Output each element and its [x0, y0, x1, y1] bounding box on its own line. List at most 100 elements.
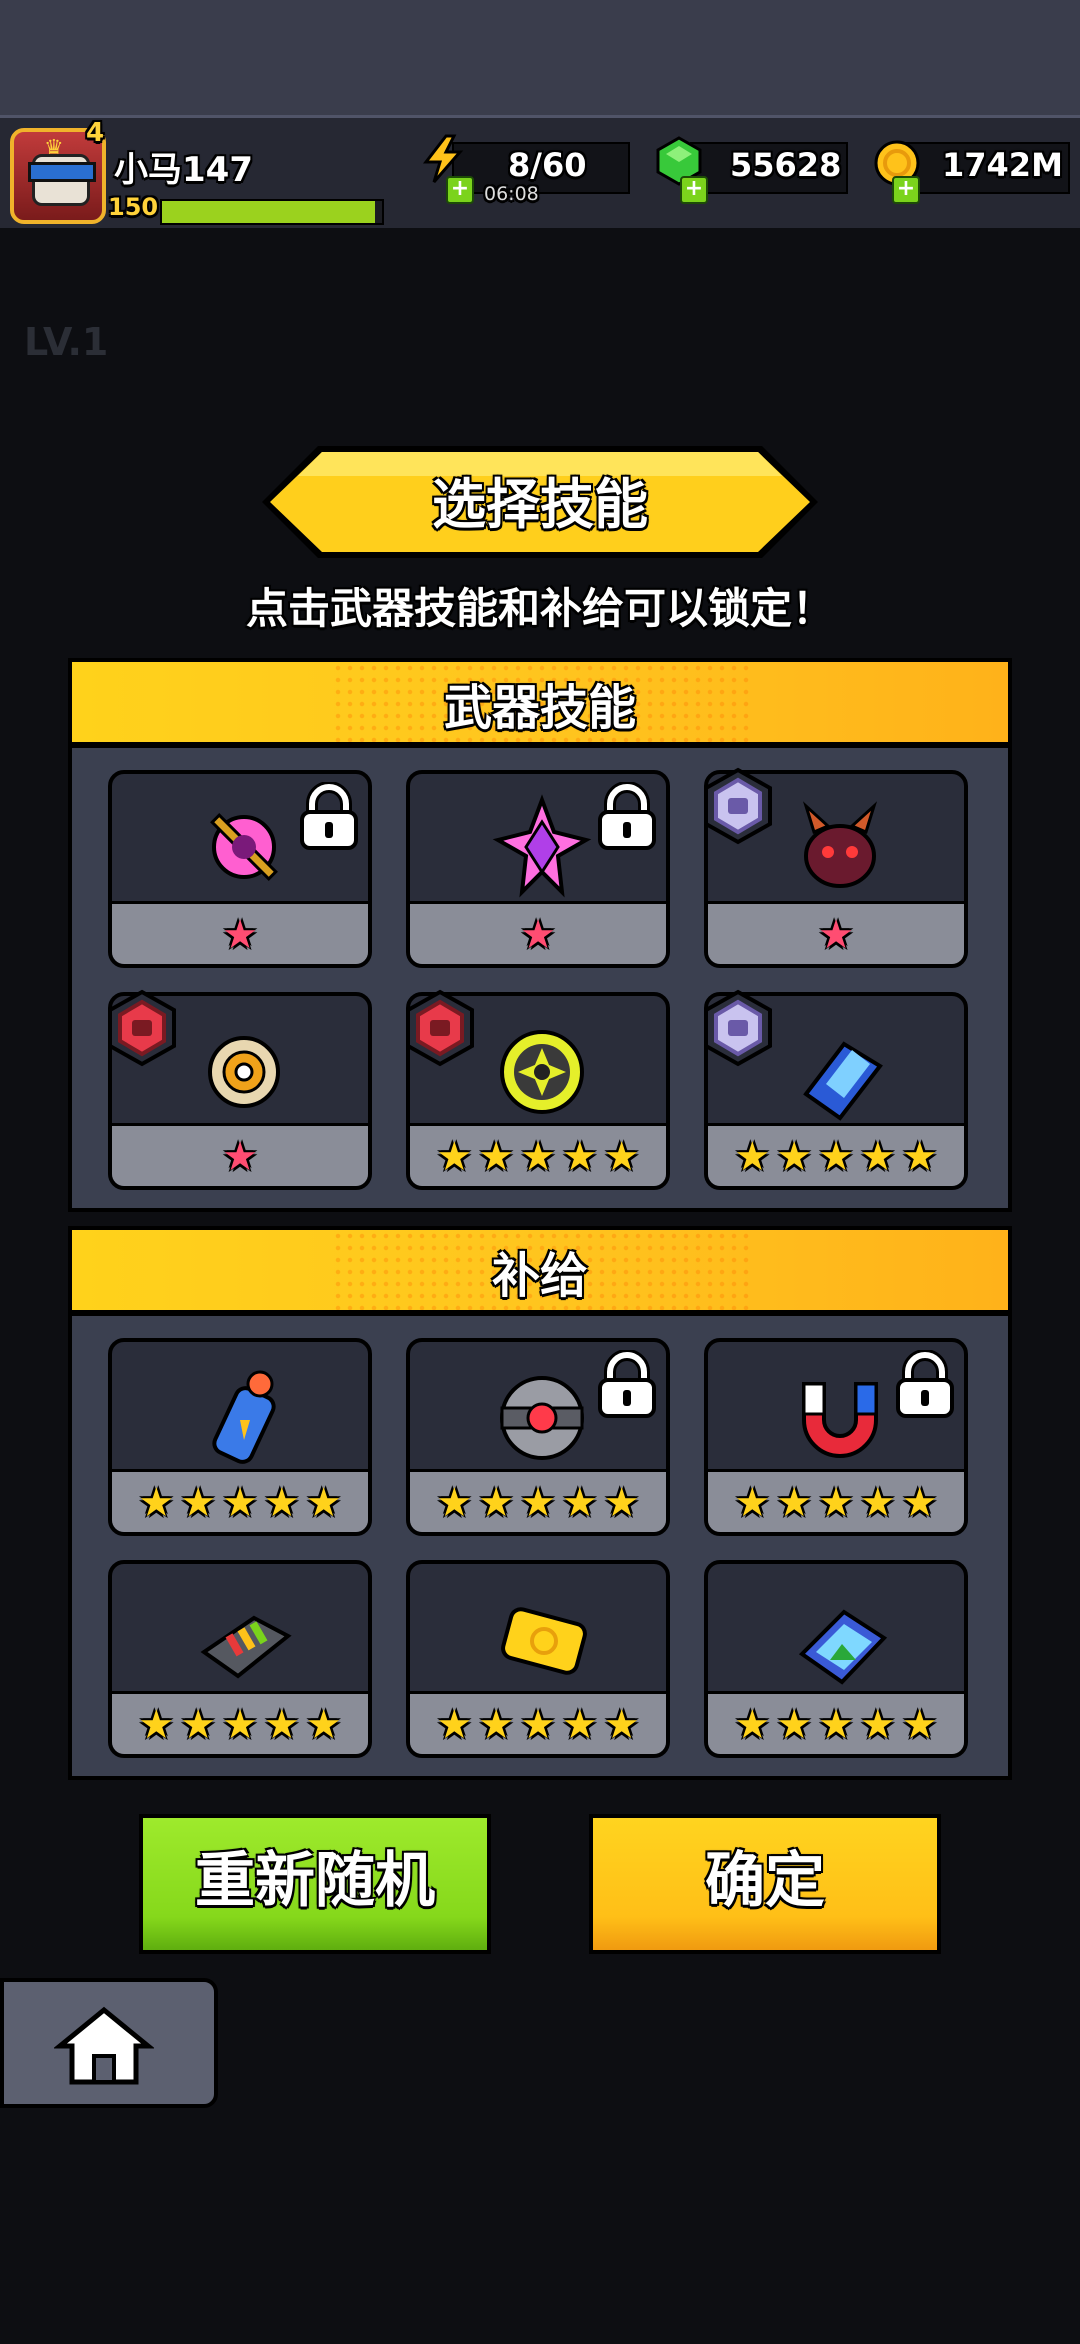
xp-bar-fill: [162, 201, 376, 223]
star-icon: ★: [478, 1134, 515, 1180]
star-icon: ★: [478, 1480, 515, 1526]
purple-crystal-icon: [492, 794, 592, 898]
demon-mask-icon: [802, 801, 878, 888]
star-icon: ★: [561, 1480, 598, 1526]
coins-value: 1742M: [942, 146, 1063, 184]
star-icon: ★: [305, 1480, 342, 1526]
star-icon: ★: [818, 912, 854, 958]
star-rating: ★ ★ ★ ★ ★: [112, 1480, 368, 1526]
home-icon: [54, 2006, 154, 2085]
yellow-shuriken-icon: [500, 1030, 584, 1114]
magic-staff-icon: [210, 813, 278, 881]
star-icon: ★: [305, 1702, 342, 1748]
lock-icon[interactable]: [296, 781, 362, 852]
star-rating: ★ ★ ★ ★ ★: [410, 1702, 666, 1748]
star-rating: ★ ★ ★ ★ ★: [708, 1480, 964, 1526]
star-icon: ★: [901, 1702, 938, 1748]
weapon-skills-title: 武器技能: [443, 680, 636, 736]
star-icon: ★: [603, 1702, 640, 1748]
star-rating: ★: [112, 912, 368, 958]
star-icon: ★: [520, 912, 556, 958]
star-rating: ★: [410, 912, 666, 958]
star-icon: ★: [222, 1702, 258, 1748]
star-icon: ★: [222, 1480, 258, 1526]
star-icon: ★: [520, 1702, 556, 1748]
lock-icon[interactable]: [892, 1349, 958, 1420]
star-icon: ★: [222, 1134, 258, 1180]
star-icon: ★: [520, 1134, 556, 1180]
weapon-skill-card[interactable]: ★: [108, 770, 372, 968]
magnet-icon: [802, 1382, 878, 1458]
star-icon: ★: [818, 1480, 854, 1526]
lock-hint: 点击武器技能和补给可以锁定！: [245, 584, 834, 633]
vip-level: 4: [86, 118, 105, 148]
supply-card[interactable]: ★ ★ ★ ★ ★: [406, 1560, 670, 1758]
star-icon: ★: [561, 1134, 598, 1180]
photo-album-icon: [798, 1609, 888, 1685]
star-icon: ★: [603, 1480, 640, 1526]
supply-card[interactable]: ★ ★ ★ ★ ★: [108, 1560, 372, 1758]
spinning-disc-icon: [208, 1036, 280, 1108]
supply-card[interactable]: ★ ★ ★ ★ ★: [704, 1338, 968, 1536]
xp-bar: [160, 199, 384, 225]
supply-card[interactable]: ★ ★ ★ ★ ★: [704, 1560, 968, 1758]
star-icon: ★: [263, 1702, 300, 1748]
supply-card[interactable]: ★ ★ ★ ★ ★: [108, 1338, 372, 1536]
star-rating: ★ ★ ★ ★ ★: [112, 1702, 368, 1748]
blue-book-icon: [803, 1041, 883, 1121]
home-button[interactable]: [0, 1978, 218, 2108]
add-coins-button[interactable]: +: [892, 176, 920, 204]
star-icon: ★: [734, 1702, 771, 1748]
star-rating: ★ ★ ★ ★ ★: [708, 1134, 964, 1180]
star-icon: ★: [859, 1702, 896, 1748]
star-icon: ★: [776, 1702, 813, 1748]
confirm-button[interactable]: 确定: [589, 1814, 941, 1954]
background-level-label: LV.1: [24, 320, 109, 364]
battery-pack-icon: [200, 1615, 292, 1679]
star-rating: ★: [708, 912, 964, 958]
star-icon: ★: [776, 1480, 813, 1526]
add-energy-button[interactable]: +: [446, 176, 474, 204]
star-icon: ★: [478, 1702, 515, 1748]
star-icon: ★: [734, 1134, 771, 1180]
lock-icon[interactable]: [594, 1349, 660, 1420]
star-icon: ★: [561, 1702, 598, 1748]
star-icon: ★: [436, 1480, 473, 1526]
star-icon: ★: [603, 1134, 640, 1180]
star-icon: ★: [436, 1702, 473, 1748]
lock-icon[interactable]: [594, 781, 660, 852]
star-icon: ★: [138, 1702, 175, 1748]
weapon-skill-card[interactable]: ★: [406, 770, 670, 968]
avatar-headband: [28, 162, 96, 182]
star-icon: ★: [180, 1702, 217, 1748]
red-tower-badge-icon: [406, 989, 474, 1067]
status-area: [0, 0, 1080, 115]
star-icon: ★: [818, 1702, 854, 1748]
star-icon: ★: [734, 1480, 771, 1526]
star-icon: ★: [138, 1480, 175, 1526]
star-icon: ★: [818, 1134, 854, 1180]
star-icon: ★: [222, 912, 258, 958]
page-title: 选择技能: [432, 473, 648, 536]
red-core-device-icon: [500, 1376, 584, 1460]
gold-ticket-icon: [501, 1607, 587, 1675]
star-icon: ★: [859, 1134, 896, 1180]
supply-card[interactable]: ★ ★ ★ ★ ★: [406, 1338, 670, 1536]
energy-timer: 06:08: [484, 183, 539, 205]
camera-badge-icon: [704, 989, 772, 1067]
player-level: 150: [108, 193, 159, 221]
player-name: 小马147: [114, 150, 253, 190]
star-icon: ★: [776, 1134, 813, 1180]
star-rating: ★ ★ ★ ★ ★: [708, 1702, 964, 1748]
gems-value: 55628: [730, 146, 842, 184]
star-icon: ★: [180, 1480, 217, 1526]
star-icon: ★: [263, 1480, 300, 1526]
energy-value: 8/60: [508, 146, 587, 184]
star-rating: ★: [112, 1134, 368, 1180]
add-gems-button[interactable]: +: [680, 176, 708, 204]
supply-title: 补给: [491, 1248, 588, 1304]
reroll-button[interactable]: 重新随机: [139, 1814, 491, 1954]
star-icon: ★: [436, 1134, 473, 1180]
star-icon: ★: [859, 1480, 896, 1526]
star-icon: ★: [901, 1134, 938, 1180]
